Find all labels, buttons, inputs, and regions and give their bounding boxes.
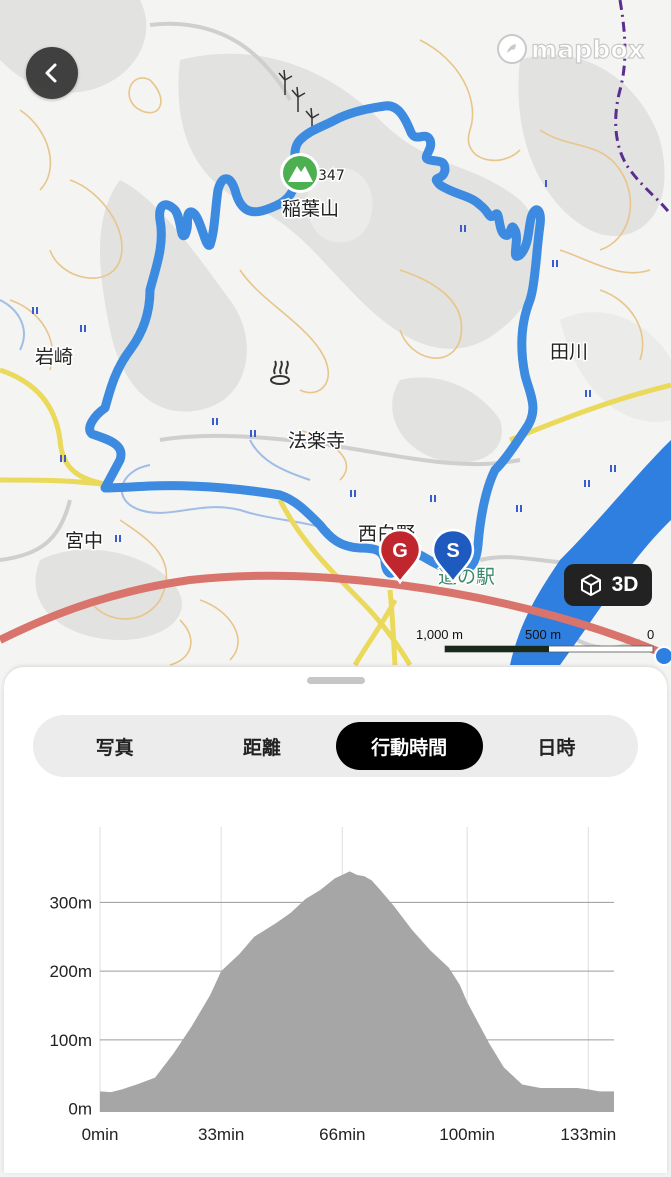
y-tick-label: 0m: [68, 1100, 92, 1119]
place-label-elevation: 347: [318, 168, 345, 184]
bottom-sheet: 写真 距離 行動時間 日時 0min 33min 66min 100min 133min…: [4, 667, 667, 1173]
x-tick-label: 0min: [82, 1125, 119, 1144]
chevron-left-icon: [45, 63, 57, 83]
view-3d-label: 3D: [611, 573, 639, 596]
place-label-horakuji: 法楽寺: [288, 430, 345, 452]
mapbox-logo-text: mapbox: [530, 34, 645, 64]
scale-label-1000m: 1,000 m: [416, 627, 463, 642]
y-tick-label: 100m: [49, 1031, 92, 1050]
elevation-chart[interactable]: 0min 33min 66min 100min 133min 0m 100m 200m 300m: [4, 667, 667, 1173]
x-tick-label: 133min: [560, 1125, 616, 1144]
scale-label-500m: 500 m: [525, 627, 562, 642]
place-label-inabayama: 稲葉山: [282, 198, 339, 220]
place-label-tagawa: 田川: [550, 341, 588, 363]
x-tick-label: 100min: [439, 1125, 495, 1144]
map-scale-bar: [444, 645, 654, 653]
back-button[interactable]: [26, 47, 78, 99]
mapbox-logo-icon: [497, 34, 527, 64]
elevation-area: [100, 871, 614, 1112]
goal-marker-label: G: [392, 540, 408, 562]
scale-label-0: 0: [647, 627, 655, 642]
x-tick-label: 33min: [198, 1125, 244, 1144]
start-marker-label: S: [446, 540, 459, 562]
place-label-iwasaki: 岩崎: [35, 346, 73, 368]
x-tick-label: 66min: [319, 1125, 365, 1144]
cube-icon: [580, 574, 601, 596]
summit-marker[interactable]: [280, 153, 320, 193]
mapbox-logo: mapbox: [497, 34, 645, 64]
y-tick-label: 300m: [49, 893, 92, 912]
location-dot: [654, 646, 671, 666]
route-map[interactable]: 稲葉山 347 岩崎 田川 法楽寺 宮中 西白野 道の駅 G S m: [0, 0, 671, 690]
view-3d-button[interactable]: 3D: [564, 564, 652, 606]
place-label-miyanaka: 宮中: [65, 530, 103, 552]
y-tick-label: 200m: [49, 962, 92, 981]
